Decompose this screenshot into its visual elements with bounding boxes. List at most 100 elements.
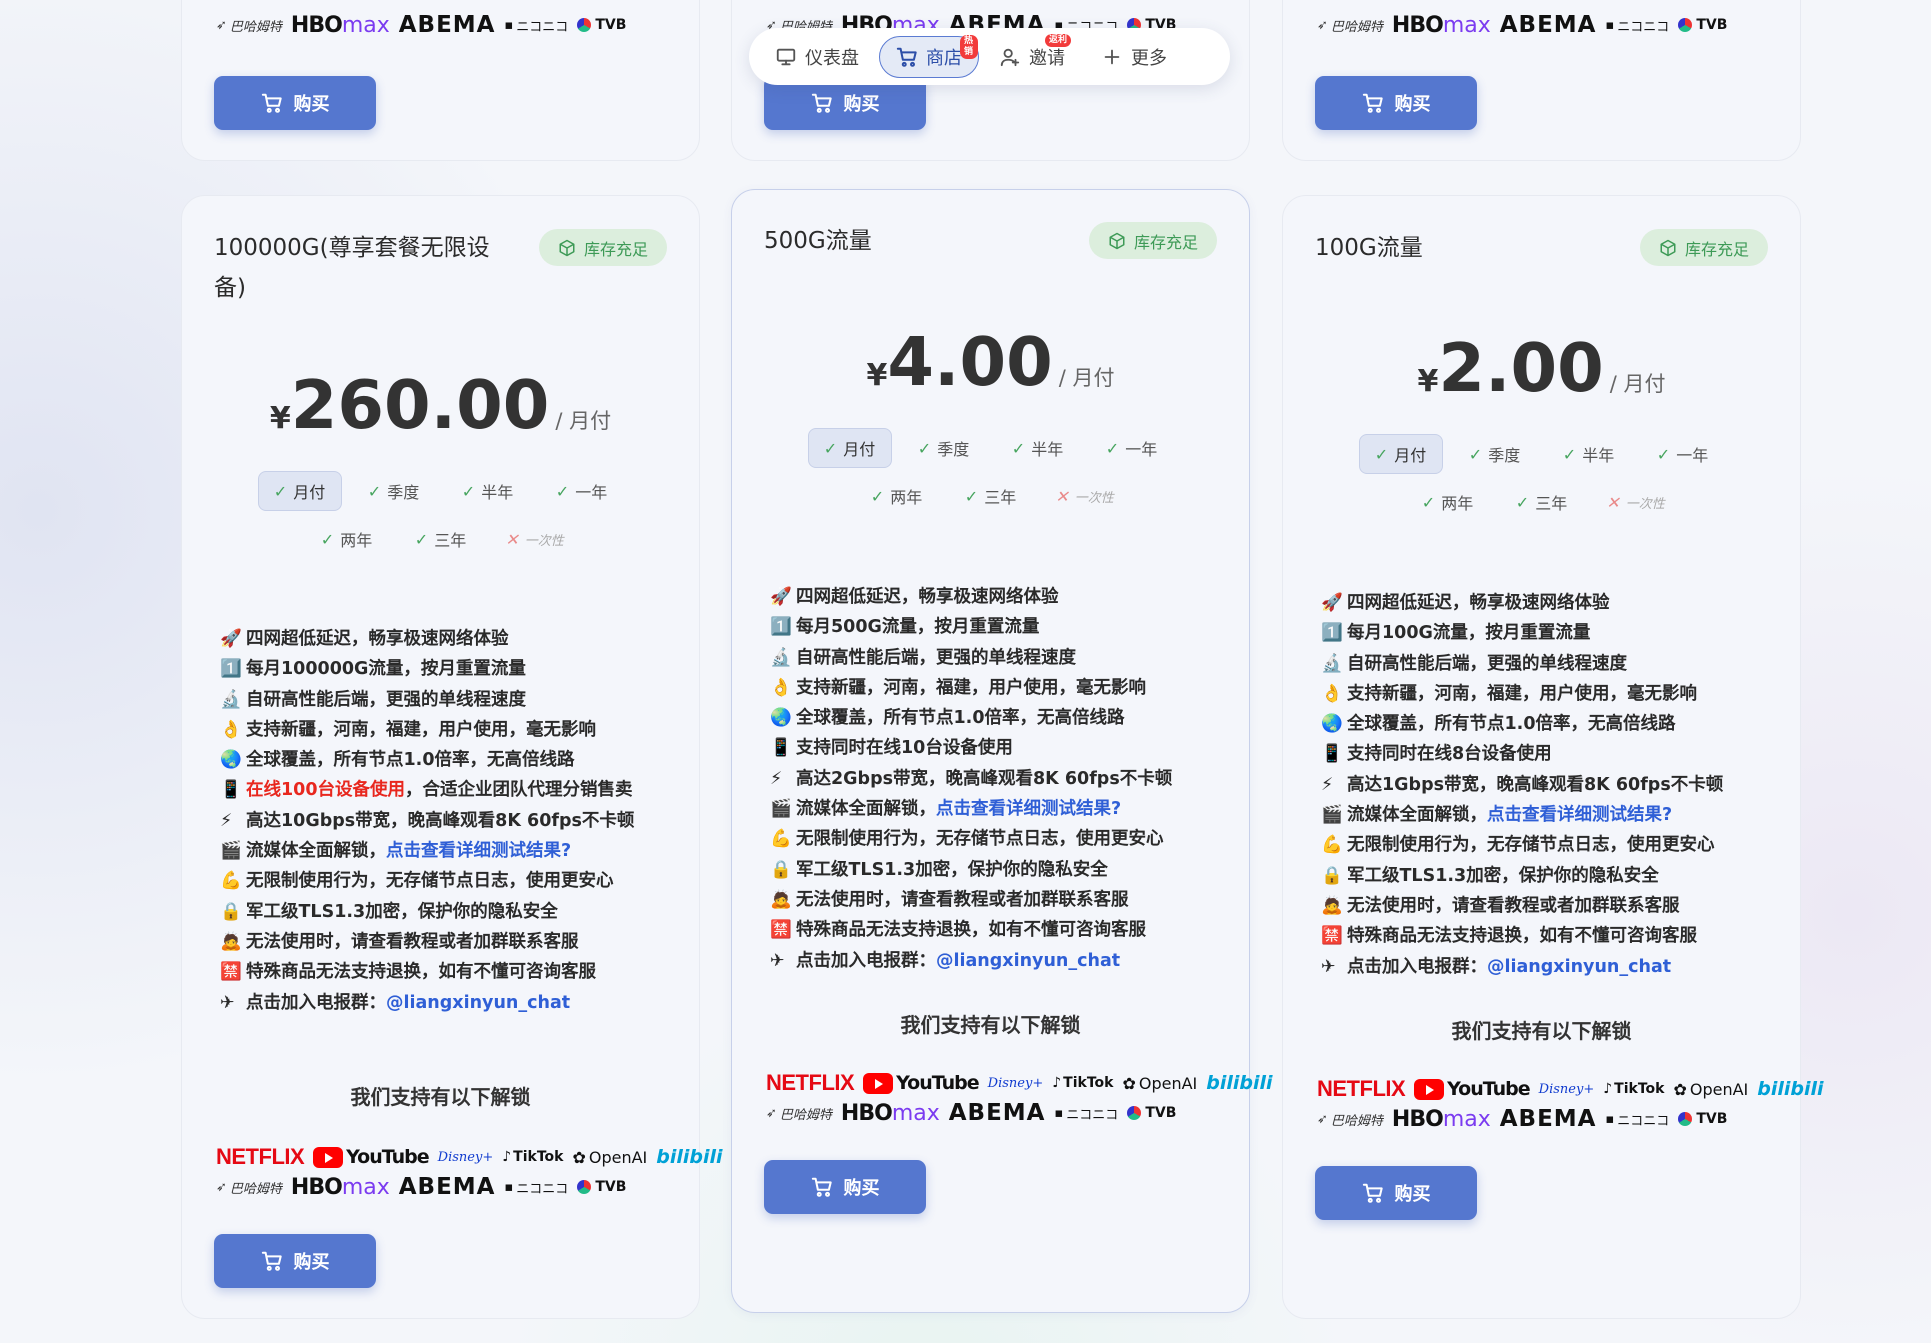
tvb-dot-icon — [577, 1180, 592, 1194]
abema-logo: ABEMA — [398, 12, 496, 38]
plan-title: 500G流量 — [764, 228, 872, 254]
cycle-option-halfyear[interactable]: ✓ 半年 — [996, 428, 1080, 468]
feature-item: 🈲 特殊商品无法支持退换，如有不懂可咨询客服 — [220, 957, 675, 987]
test-results-link[interactable]: 点击查看详细测试结果? — [1487, 805, 1672, 825]
ok-hand-icon: 👌 — [220, 719, 242, 740]
bilibili-logo: bilibili — [1757, 1078, 1824, 1100]
number-one-icon: 1️⃣ — [220, 659, 242, 680]
cycle-option-yearly[interactable]: ✓ 一年 — [1090, 428, 1174, 468]
youtube-logo: YouTube — [313, 1146, 430, 1168]
test-results-link[interactable]: 点击查看详细测试结果? — [386, 841, 571, 861]
buy-button[interactable]: 购买 — [1315, 76, 1477, 130]
logo-row-2: ➶ 巴哈姆特 HBO max ABEMA ▪ ニコニコ TVB — [1317, 1104, 1737, 1134]
price-display: ¥2.00/ 月付 — [1283, 329, 1800, 407]
bahamut-text: 巴哈姆特 — [1330, 1113, 1383, 1129]
tvb-text: TVB — [1696, 17, 1728, 33]
tvb-logo: TVB — [1127, 1105, 1176, 1121]
telegram-icon: ✈ — [770, 950, 785, 971]
feature-text: 特殊商品无法支持退换，如有不懂可咨询客服 — [796, 920, 1146, 941]
cycle-option-threeyear[interactable]: ✓ 三年 — [1500, 482, 1584, 522]
plan-title: 100000G(尊享套餐无限设备) — [214, 235, 490, 301]
cart-icon — [896, 47, 917, 67]
hbomax-logo: HBO max — [1392, 1107, 1491, 1132]
telegram-link[interactable]: @liangxinyun_chat — [1487, 957, 1671, 977]
cycle-option-quarterly[interactable]: ✓ 季度 — [352, 471, 436, 511]
cycle-option-quarterly[interactable]: ✓ 季度 — [902, 428, 986, 468]
feature-item: 🎬 流媒体全面解锁，点击查看详细测试结果? — [1321, 800, 1776, 830]
stock-label: 库存充足 — [1684, 239, 1749, 259]
feature-item: 👌 支持新疆，河南，福建，用户使用，毫无影响 — [770, 673, 1225, 703]
youtube-play-icon — [313, 1146, 344, 1168]
prohibited-icon: 🈲 — [770, 920, 792, 941]
cycle-label: 三年 — [1535, 494, 1568, 513]
cycle-option-yearly[interactable]: ✓ 一年 — [540, 471, 624, 511]
hbomax-logo: HBO max — [1392, 13, 1491, 38]
bahamut-text: 巴哈姆特 — [1330, 19, 1383, 35]
abema-logo: ABEMA — [1499, 1106, 1597, 1132]
cycle-option-twoyear[interactable]: ✓ 两年 — [305, 519, 389, 559]
cycle-option-twoyear[interactable]: ✓ 两年 — [1406, 482, 1490, 522]
cycle-option-twoyear[interactable]: ✓ 两年 — [855, 476, 939, 516]
check-icon: ✓ — [1374, 444, 1389, 464]
cycle-label: 一年 — [575, 483, 608, 502]
telegram-icon: ✈ — [1321, 956, 1336, 977]
telegram-link[interactable]: @liangxinyun_chat — [936, 951, 1120, 971]
cycle-option-onetime: ✕ 一次性 — [1594, 482, 1678, 522]
buy-button[interactable]: 购买 — [214, 76, 376, 130]
buy-button[interactable]: 购买 — [1315, 1166, 1477, 1220]
check-icon: ✓ — [917, 438, 932, 458]
bilibili-logo: bilibili — [656, 1146, 723, 1168]
unlock-logos: ➶ 巴哈姆特 HBO max ABEMA ▪ ニコニコ TVB — [216, 10, 636, 40]
tvb-text: TVB — [1696, 1111, 1728, 1127]
disney-logo: Disney+ — [987, 1075, 1044, 1091]
clapper-icon: 🎬 — [770, 799, 792, 820]
feature-text: 流媒体全面解锁， — [796, 799, 936, 820]
price-period: / 月付 — [1609, 372, 1666, 396]
check-icon: ✓ — [414, 529, 429, 549]
ok-hand-icon: 👌 — [1321, 683, 1343, 704]
bahamut-logo: ➶ 巴哈姆特 — [216, 1179, 282, 1197]
plan-card: 100000G(尊享套餐无限设备) 库存充足 ¥260.00/ 月付 ✓ 月付 ✓… — [181, 195, 723, 1319]
box-icon — [1660, 239, 1676, 256]
nav-more[interactable]: 更多 — [1085, 36, 1183, 78]
nav-invite[interactable]: 邀请 返利 — [983, 33, 1081, 78]
nav-shop[interactable]: 商店 热销 — [879, 34, 979, 78]
max-text: max — [1442, 1106, 1491, 1132]
tvb-dot-icon — [1678, 18, 1693, 32]
cycle-option-monthly[interactable]: ✓ 月付 — [257, 471, 342, 511]
openai-text: OpenAI — [1689, 1079, 1749, 1099]
feature-text: 高达1Gbps带宽，晚高峰观看8K 60fps不卡顿 — [1347, 774, 1724, 795]
clapper-icon: 🎬 — [220, 841, 242, 862]
nav-label: 更多 — [1131, 47, 1167, 69]
niconico-logo: ▪ ニコニコ — [1605, 1111, 1670, 1129]
cycle-option-yearly[interactable]: ✓ 一年 — [1641, 434, 1725, 474]
price-currency: ¥ — [269, 401, 291, 436]
cycle-label: 两年 — [890, 488, 923, 507]
logo-row-1: NETFLIX YouTube Disney+ ♪ TikTok ✿ OpenAI … — [766, 1068, 1273, 1098]
buy-button[interactable]: 购买 — [764, 1160, 926, 1214]
cycle-option-threeyear[interactable]: ✓ 三年 — [399, 519, 483, 559]
telegram-icon: ✈ — [220, 992, 235, 1013]
feature-text: 自研高性能后端，更强的单线程速度 — [796, 647, 1076, 668]
cycle-option-monthly[interactable]: ✓ 月付 — [807, 428, 892, 468]
feature-text: 支持新疆，河南，福建，用户使用，毫无影响 — [1347, 683, 1697, 704]
telegram-link[interactable]: @liangxinyun_chat — [386, 993, 570, 1013]
rocket-icon: 🚀 — [770, 587, 792, 607]
buy-button[interactable]: 购买 — [214, 1234, 376, 1288]
cycle-label: 半年 — [481, 483, 514, 502]
cycle-option-monthly[interactable]: ✓ 月付 — [1358, 434, 1443, 474]
cycle-option-halfyear[interactable]: ✓ 半年 — [1547, 434, 1631, 474]
tvb-dot-icon — [1678, 1112, 1693, 1126]
cycle-option-threeyear[interactable]: ✓ 三年 — [949, 476, 1033, 516]
feature-text: 流媒体全面解锁， — [246, 841, 386, 862]
nav-dashboard[interactable]: 仪表盘 — [759, 36, 875, 78]
price-value: 260.00 — [290, 366, 550, 444]
muscle-icon: 💪 — [1321, 835, 1343, 856]
youtube-text: YouTube — [346, 1146, 429, 1168]
feature-text: 四网超低延迟，畅享极速网络体验 — [246, 629, 509, 649]
test-results-link[interactable]: 点击查看详细测试结果? — [936, 799, 1121, 819]
nav-label: 邀请 — [1029, 47, 1065, 69]
cycle-option-quarterly[interactable]: ✓ 季度 — [1453, 434, 1537, 474]
cycle-option-halfyear[interactable]: ✓ 半年 — [446, 471, 530, 511]
feature-text: 全球覆盖，所有节点1.0倍率，无高倍线路 — [1347, 714, 1676, 735]
